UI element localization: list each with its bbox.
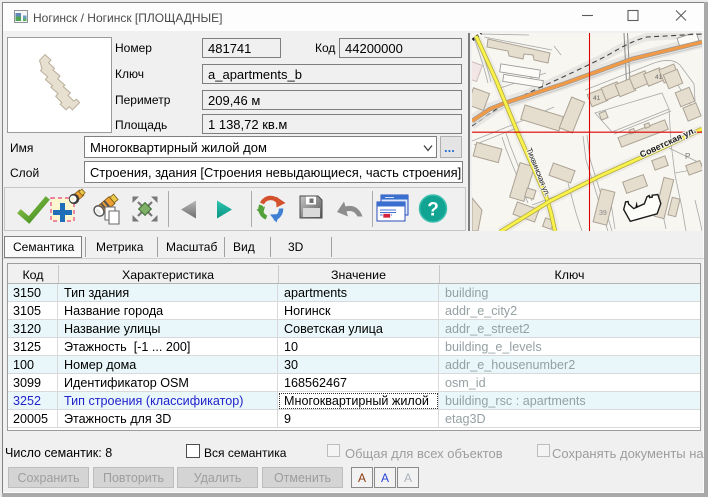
svg-text:39: 39 [599, 210, 607, 217]
svg-text:41: 41 [655, 74, 663, 81]
svg-text:41: 41 [593, 95, 601, 102]
svg-text:Р: Р [685, 152, 690, 161]
svg-text:?: ? [427, 200, 439, 221]
